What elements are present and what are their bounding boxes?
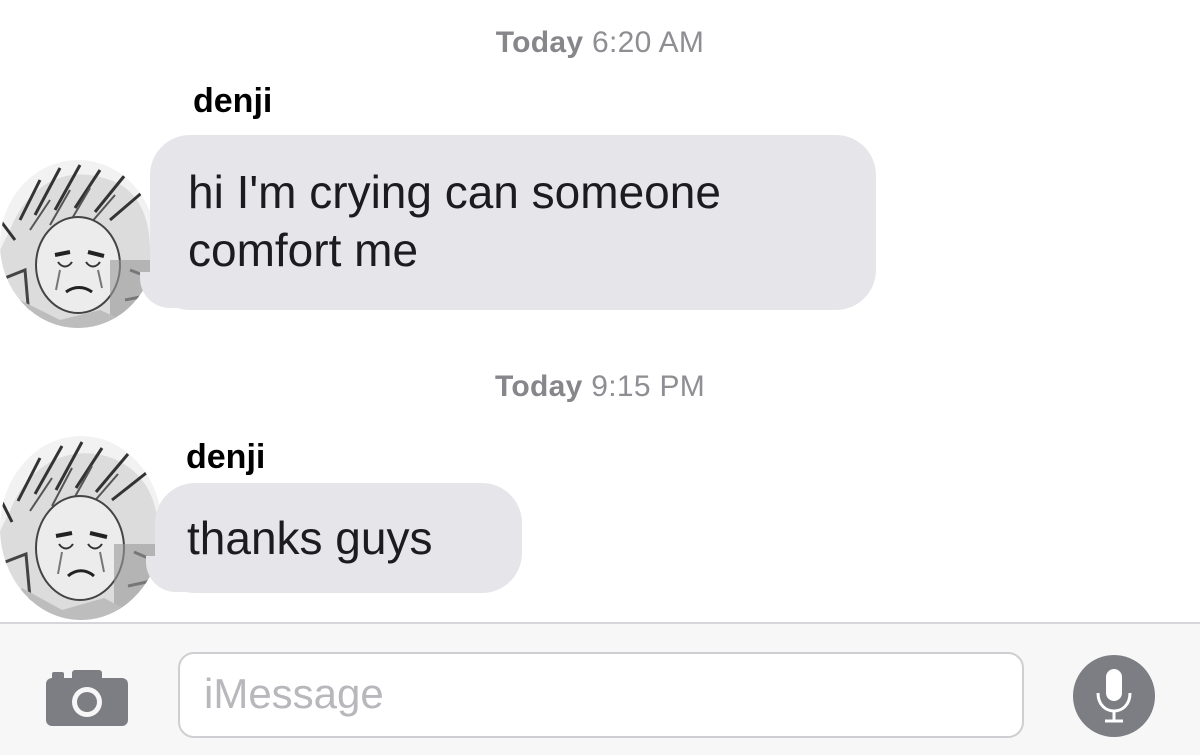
message-bubble[interactable]: thanks guys — [155, 483, 522, 593]
timestamp-day: Today — [495, 26, 584, 59]
avatar[interactable] — [0, 160, 156, 328]
timestamp-time: 9:15 PM — [591, 370, 706, 403]
compose-bar: iMessage — [0, 622, 1200, 755]
sender-name: denji — [193, 82, 273, 120]
timestamp-time: 6:20 AM — [592, 26, 705, 59]
timestamp-2: Today 9:15 PM — [0, 370, 1200, 404]
avatar-manga-drawing — [0, 436, 162, 620]
avatar[interactable] — [0, 436, 162, 620]
timestamp-1: Today 6:20 AM — [0, 26, 1200, 60]
camera-icon[interactable] — [46, 670, 128, 726]
message-bubble[interactable]: hi I'm crying can someone comfort me — [150, 135, 876, 310]
timestamp-day: Today — [494, 370, 583, 403]
avatar-manga-drawing — [0, 160, 156, 328]
microphone-icon[interactable] — [1073, 655, 1155, 737]
sender-name: denji — [186, 438, 266, 476]
message-input[interactable]: iMessage — [178, 652, 1024, 738]
